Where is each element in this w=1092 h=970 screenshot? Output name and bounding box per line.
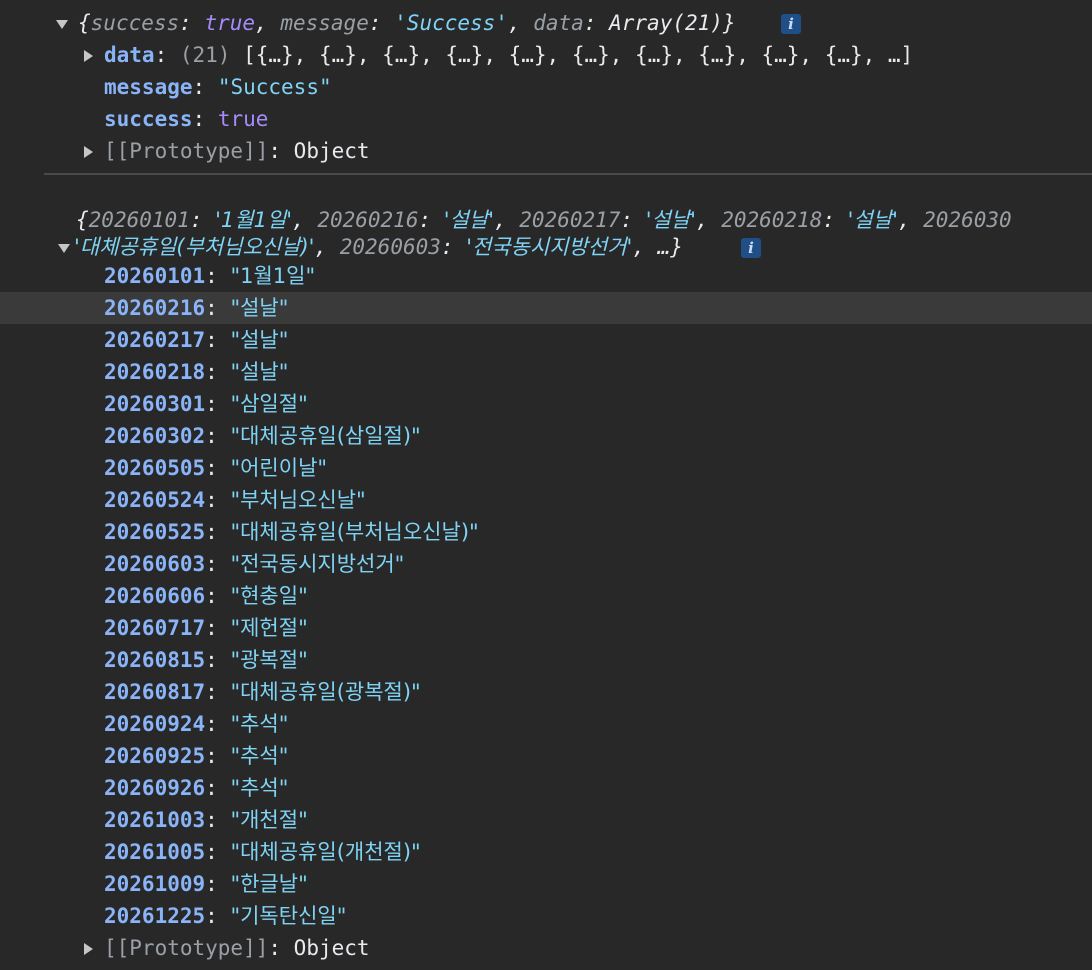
- holiday-entry-row: 20260926: "추석": [104, 776, 289, 800]
- entry-key: 20260603: [104, 552, 206, 576]
- entry-key: 20260216: [104, 296, 206, 320]
- entry-key: 20260217: [104, 328, 206, 352]
- info-icon[interactable]: i: [741, 231, 761, 263]
- entry-key: 20261003: [104, 808, 206, 832]
- expand-arrow-icon[interactable]: [84, 39, 93, 71]
- entry-value: "제헌절": [230, 616, 308, 640]
- entry-value: "광복절": [230, 648, 308, 672]
- holiday-entry-row: 20260924: "추석": [104, 712, 289, 736]
- entry-key: 20260218: [104, 360, 206, 384]
- entry-value: "설날": [230, 296, 289, 320]
- entry-key: 20260301: [104, 392, 206, 416]
- holiday-entry-row: 20260524: "부처님오신날": [104, 488, 366, 512]
- entry-key: 20260926: [104, 776, 206, 800]
- entry-value: "설날": [230, 328, 289, 352]
- entry-value: "대체공휴일(광복절)": [230, 680, 421, 704]
- holiday-entry-row: 20260925: "추석": [104, 744, 289, 768]
- collapse-arrow-icon[interactable]: [56, 7, 68, 39]
- prototype-value: Object: [293, 936, 370, 960]
- entry-value: "삼일절": [230, 392, 308, 416]
- holiday-entry-row: 20260505: "어린이날": [104, 456, 328, 480]
- expand-arrow-icon[interactable]: [84, 135, 93, 167]
- obj1-preview: {success: true, message: 'Success', data…: [78, 11, 736, 35]
- data-preview: [{…}, {…}, {…}, {…}, {…}, {…}, {…}, {…},…: [243, 43, 914, 67]
- obj2-preview-line2[interactable]: '대체공휴일(부처님오신날)', 20260603: '전국동시지방선거', ……: [0, 231, 1092, 263]
- entry-value: "대체공휴일(개천절)": [230, 840, 421, 864]
- holiday-entry-row: 20260817: "대체공휴일(광복절)": [104, 680, 421, 704]
- holiday-entry-row: 20260301: "삼일절": [104, 392, 308, 416]
- holiday-entry-row: 20261225: "기독탄신일": [104, 904, 347, 928]
- success-key: success: [104, 107, 193, 131]
- holiday-entry-row: 20260101: "1월1일": [104, 264, 316, 288]
- console-divider: [44, 173, 1092, 175]
- entry-key: 20261005: [104, 840, 206, 864]
- obj1-data-row[interactable]: data: (21) [{…}, {…}, {…}, {…}, {…}, {…}…: [0, 39, 1092, 71]
- collapse-arrow-icon[interactable]: [58, 231, 70, 263]
- obj1-header[interactable]: {success: true, message: 'Success', data…: [0, 7, 1092, 39]
- entry-key: 20260717: [104, 616, 206, 640]
- entry-key: 20260101: [104, 264, 206, 288]
- holiday-entry-row: 20260217: "설날": [104, 328, 289, 352]
- entry-value: "개천절": [230, 808, 308, 832]
- entry-value: "추석": [230, 744, 289, 768]
- holiday-entry-row: 20261009: "한글날": [104, 872, 308, 896]
- message-value: "Success": [217, 75, 332, 99]
- entry-value: "설날": [230, 360, 289, 384]
- data-count: (21): [179, 43, 231, 67]
- obj2-preview-cont: '대체공휴일(부처님오신날)', 20260603: '전국동시지방선거', ……: [74, 235, 683, 259]
- data-key: data: [104, 43, 155, 67]
- success-value: true: [217, 107, 269, 131]
- entry-value: "전국동시지방선거": [230, 552, 405, 576]
- entry-key: 20260302: [104, 424, 206, 448]
- holiday-entry-row: 20260218: "설날": [104, 360, 289, 384]
- expand-arrow-icon[interactable]: [84, 932, 93, 964]
- holiday-entry-row: 20260603: "전국동시지방선거": [104, 552, 405, 576]
- entry-key: 20260505: [104, 456, 206, 480]
- entry-value: "추석": [230, 712, 289, 736]
- holiday-entry-row: 20261005: "대체공휴일(개천절)": [104, 840, 421, 864]
- obj1-success-row: success: true: [104, 107, 269, 131]
- entry-value: "1월1일": [230, 264, 316, 288]
- holiday-entry-row: 20260216: "설날": [104, 296, 289, 320]
- entry-key: 20260524: [104, 488, 206, 512]
- obj1-prototype-row[interactable]: [[Prototype]]: Object: [0, 135, 1092, 167]
- info-icon[interactable]: i: [781, 7, 801, 39]
- entry-value: "부처님오신날": [230, 488, 366, 512]
- holiday-entry-row: 20260525: "대체공휴일(부처님오신날)": [104, 520, 479, 544]
- entry-value: "대체공휴일(부처님오신날)": [230, 520, 479, 544]
- entry-value: "어린이날": [230, 456, 328, 480]
- prototype-key: [[Prototype]]: [104, 139, 269, 163]
- holiday-entry-row: 20261003: "개천절": [104, 808, 308, 832]
- entry-key: 20260606: [104, 584, 206, 608]
- entry-key: 20260525: [104, 520, 206, 544]
- entry-value: "대체공휴일(삼일절)": [230, 424, 421, 448]
- holiday-entry-row: 20260815: "광복절": [104, 648, 308, 672]
- entry-key: 20260815: [104, 648, 206, 672]
- entry-value: "현충일": [230, 584, 308, 608]
- prototype-key: [[Prototype]]: [104, 936, 269, 960]
- entry-value: "추석": [230, 776, 289, 800]
- entry-key: 20261225: [104, 904, 206, 928]
- holiday-entry-row: 20260717: "제헌절": [104, 616, 308, 640]
- message-key: message: [104, 75, 193, 99]
- entry-key: 20261009: [104, 872, 206, 896]
- entry-key: 20260925: [104, 744, 206, 768]
- entry-value: "기독탄신일": [230, 904, 347, 928]
- entry-key: 20260817: [104, 680, 206, 704]
- prototype-value: Object: [293, 139, 370, 163]
- holiday-entry-row: 20260302: "대체공휴일(삼일절)": [104, 424, 421, 448]
- obj2-prototype-row[interactable]: [[Prototype]]: Object: [0, 932, 1092, 964]
- entry-key: 20260924: [104, 712, 206, 736]
- holiday-entry-row: 20260606: "현충일": [104, 584, 308, 608]
- obj1-message-row: message: "Success": [104, 75, 332, 99]
- entry-value: "한글날": [230, 872, 308, 896]
